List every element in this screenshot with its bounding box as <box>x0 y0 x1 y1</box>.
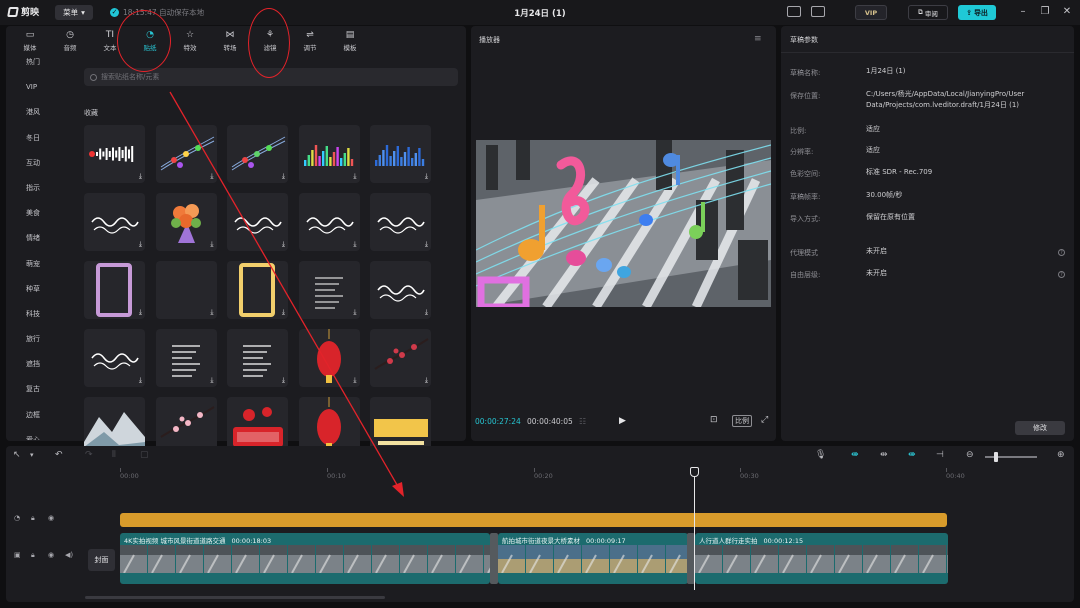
annotation-arrow <box>169 91 404 497</box>
